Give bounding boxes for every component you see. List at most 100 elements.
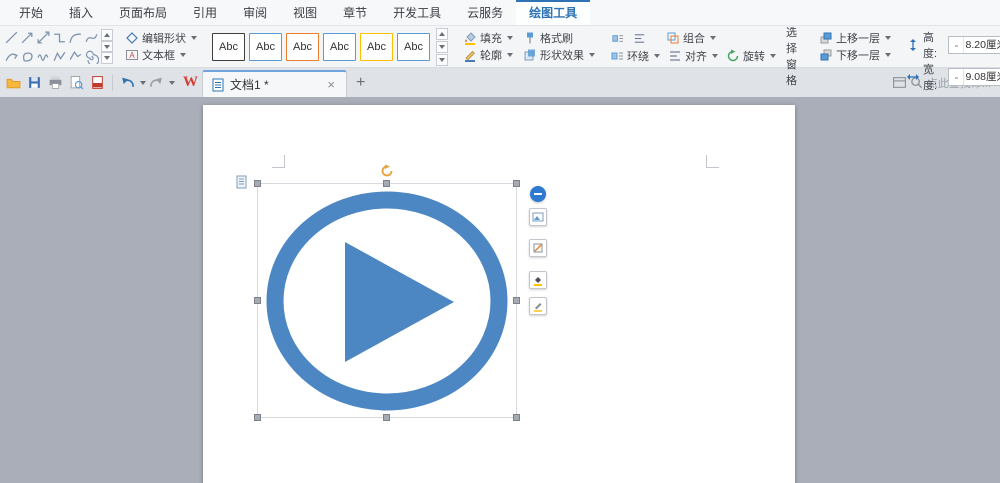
wrap-quick-button[interactable] — [606, 29, 628, 47]
undo-icon[interactable] — [118, 73, 137, 93]
shape-style-preset[interactable]: Abc — [360, 33, 393, 61]
resize-handle-bottom-left[interactable] — [254, 414, 261, 421]
shape-scribble-icon[interactable] — [36, 47, 51, 65]
open-file-icon[interactable] — [4, 73, 23, 93]
resize-handle-top-left[interactable] — [254, 180, 261, 187]
shape-curved-arrow-icon[interactable] — [4, 47, 19, 65]
chevron-down-icon — [507, 53, 513, 57]
tab-review[interactable]: 审阅 — [230, 0, 280, 25]
shape-selection[interactable] — [258, 184, 516, 417]
document-canvas[interactable] — [0, 97, 1000, 483]
tab-start[interactable]: 开始 — [6, 0, 56, 25]
object-anchor-icon — [236, 175, 248, 189]
shape-style-preset[interactable]: Abc — [323, 33, 356, 61]
rotate-button[interactable]: 旋转 — [722, 47, 780, 65]
print-preview-icon[interactable] — [67, 73, 86, 93]
shape-elbow-connector-icon[interactable] — [52, 28, 67, 46]
shape-style-preset[interactable]: Abc — [212, 33, 245, 61]
shape-style-preset[interactable]: Abc — [397, 33, 430, 61]
shape-style-preset[interactable]: Abc — [286, 33, 319, 61]
tab-references[interactable]: 引用 — [180, 0, 230, 25]
shape-spiral-icon[interactable] — [84, 47, 99, 65]
shape-curve-icon[interactable] — [68, 28, 83, 46]
tab-page-layout[interactable]: 页面布局 — [106, 0, 180, 25]
text-box-button[interactable]: A 文本框 — [121, 47, 201, 65]
height-value[interactable]: 8.20厘米 — [963, 37, 1000, 53]
save-icon[interactable] — [25, 73, 44, 93]
shape-effects-button[interactable]: 形状效果 — [519, 47, 599, 65]
document-tab[interactable]: 文档1 * × — [202, 70, 347, 97]
shape-polyline-icon[interactable] — [52, 47, 67, 65]
width-label: 宽度: — [923, 61, 945, 93]
change-shape-button[interactable] — [529, 239, 547, 257]
bring-forward-button[interactable]: 上移一层 — [815, 29, 895, 47]
bring-forward-icon — [819, 31, 833, 45]
resize-handle-middle-left[interactable] — [254, 297, 261, 304]
send-backward-button[interactable]: 下移一层 — [815, 47, 895, 65]
tab-drawing-tools[interactable]: 绘图工具 — [516, 0, 590, 25]
rotate-handle[interactable] — [380, 164, 394, 178]
fill-color-button[interactable] — [529, 271, 547, 289]
layout-options-button[interactable] — [529, 208, 547, 226]
shape-arrow-icon[interactable] — [20, 28, 35, 46]
shape-closed-freeform-icon[interactable] — [20, 47, 35, 65]
align-quick-button[interactable] — [628, 29, 650, 47]
new-tab-button[interactable]: + — [347, 75, 374, 91]
print-icon[interactable] — [46, 73, 65, 93]
outline-button[interactable]: 轮廓 — [459, 47, 517, 65]
shape-freeform-icon[interactable] — [68, 47, 83, 65]
play-button-shape[interactable] — [258, 184, 516, 417]
play-triangle-shape[interactable] — [345, 242, 454, 362]
align-label: 对齐 — [685, 48, 707, 64]
styles-down-icon[interactable] — [436, 41, 448, 53]
tab-insert[interactable]: 插入 — [56, 0, 106, 25]
format-painter-label: 格式刷 — [540, 30, 573, 46]
export-pdf-icon[interactable] — [88, 73, 107, 93]
shape-s-curve-icon[interactable] — [84, 28, 99, 46]
undo-dropdown-icon[interactable] — [140, 81, 146, 85]
chevron-down-icon — [191, 36, 197, 40]
document-tab-label: 文档1 * — [230, 76, 319, 93]
gallery-up-icon[interactable] — [101, 29, 113, 41]
resize-handle-middle-right[interactable] — [513, 297, 520, 304]
redo-icon[interactable] — [147, 73, 166, 93]
fill-label: 填充 — [480, 30, 502, 46]
resize-handle-bottom-middle[interactable] — [383, 414, 390, 421]
document-icon — [212, 78, 224, 91]
align-button[interactable]: 对齐 — [664, 47, 722, 65]
gallery-down-icon[interactable] — [101, 41, 113, 53]
chevron-down-icon — [710, 36, 716, 40]
outline-label: 轮廓 — [480, 47, 502, 63]
width-value[interactable]: 9.08厘米 — [963, 69, 1000, 85]
group-button[interactable]: 组合 — [662, 29, 720, 47]
fill-button[interactable]: 填充 — [459, 29, 517, 47]
wrap-button[interactable]: 环绕 — [606, 47, 664, 65]
resize-handle-top-right[interactable] — [513, 180, 520, 187]
width-decrease-button[interactable]: - — [949, 69, 963, 85]
height-decrease-button[interactable]: - — [949, 37, 963, 53]
tab-cloud-services[interactable]: 云服务 — [454, 0, 516, 25]
styles-up-icon[interactable] — [436, 28, 448, 40]
redo-dropdown-icon[interactable] — [169, 81, 175, 85]
layout-options-icon — [532, 211, 544, 223]
selection-pane-button[interactable]: 选择窗格 — [780, 27, 808, 66]
shape-line-icon[interactable] — [4, 28, 19, 46]
shape-style-preset[interactable]: Abc — [249, 33, 282, 61]
shape-double-arrow-icon[interactable] — [36, 28, 51, 46]
height-icon — [906, 38, 920, 52]
styles-more-icon[interactable] — [436, 54, 448, 66]
format-painter-button[interactable]: 格式刷 — [519, 29, 599, 47]
resize-handle-bottom-right[interactable] — [513, 414, 520, 421]
gallery-more-icon[interactable] — [101, 52, 113, 64]
collapse-side-buttons-button[interactable] — [530, 186, 546, 202]
page[interactable] — [203, 105, 795, 483]
close-tab-icon[interactable]: × — [325, 78, 337, 91]
resize-handle-top-middle[interactable] — [383, 180, 390, 187]
edit-shape-button[interactable]: 编辑形状 — [121, 29, 201, 47]
tab-section[interactable]: 章节 — [330, 0, 380, 25]
shape-style-gallery: Abc Abc Abc Abc Abc Abc — [208, 27, 452, 66]
outline-color-button[interactable] — [529, 297, 547, 315]
tab-view[interactable]: 视图 — [280, 0, 330, 25]
tab-dev-tools[interactable]: 开发工具 — [380, 0, 454, 25]
outline-icon — [463, 48, 477, 62]
